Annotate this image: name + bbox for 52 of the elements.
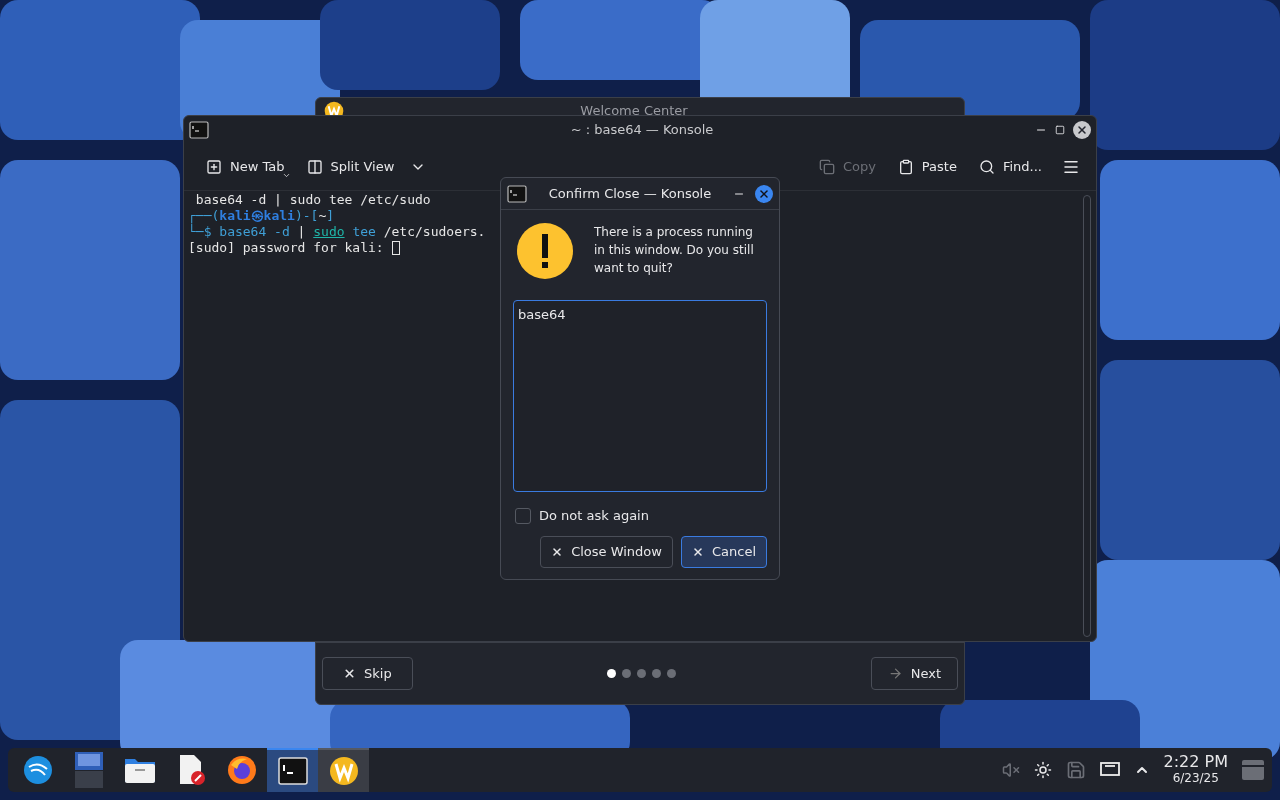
terminal-line: base64 -d | sudo tee /etc/sudo [194,192,431,208]
window-title: Welcome Center [579,102,689,121]
next-button[interactable]: Next [870,657,958,690]
close-icon [1076,124,1088,136]
dialog-button[interactable]: Cancel [680,535,767,568]
clock-date[interactable]: 6/23/25 [1172,770,1219,786]
desktop-pager-icon [74,752,103,788]
network-icon[interactable] [1099,762,1120,778]
checkbox[interactable] [515,507,531,524]
close-icon [691,545,704,558]
terminal-line: ┌──(kali㉿kali)-[~] [188,208,335,224]
toolbar-button[interactable]: Split View [300,151,433,183]
clipboard-icon [897,159,914,175]
window-title: ~ : base64 — Konsole [569,121,715,140]
skip-button[interactable]: Skip [322,657,413,690]
taskbar-app[interactable] [267,748,318,792]
browser-icon [226,755,257,785]
close-icon [343,667,356,680]
split-view-icon [306,159,323,175]
dragon-icon [22,755,53,785]
maximize-icon[interactable] [1055,125,1065,135]
brightness-icon[interactable] [1033,761,1052,779]
process-list: base64 [513,300,767,492]
terminal-icon [277,757,308,785]
folder-icon [123,756,156,784]
terminal-line: [sudo] password for kali: [188,240,385,256]
terminal-icon [507,184,527,203]
volume-muted-icon[interactable] [1001,761,1020,779]
dialog-button[interactable]: Close Window [540,535,673,568]
chevron-down-icon [281,171,291,180]
toolbar-button[interactable]: New Tab [200,151,291,183]
toolbar-button[interactable]: Find... [972,151,1048,183]
checkbox-label: Do not ask again [539,507,649,525]
add-tab-icon [206,159,222,175]
taskbar-app[interactable] [318,748,369,792]
terminal-line: └─$ base64 -d | sudo tee /etc/sudoers. [188,224,486,240]
search-icon [978,159,995,175]
toolbar-button[interactable]: Paste [891,151,963,183]
arrow-icon [887,666,903,681]
clock-time[interactable]: 2:22 PM [1163,754,1228,770]
dialog-title: Confirm Close — Konsole [547,184,713,203]
close-icon [551,545,564,558]
menu-icon[interactable] [1062,158,1080,176]
welcome-logo-icon [328,756,359,786]
warning-icon [516,222,574,280]
close-button[interactable] [755,184,773,203]
copy-icon [818,159,835,175]
terminal-icon [189,121,209,139]
dialog-message: There is a process running in this window. Do you still want to quit? [594,224,755,277]
show-desktop-icon[interactable] [1242,760,1264,780]
close-icon [758,187,770,200]
close-button[interactable] [1073,121,1091,139]
